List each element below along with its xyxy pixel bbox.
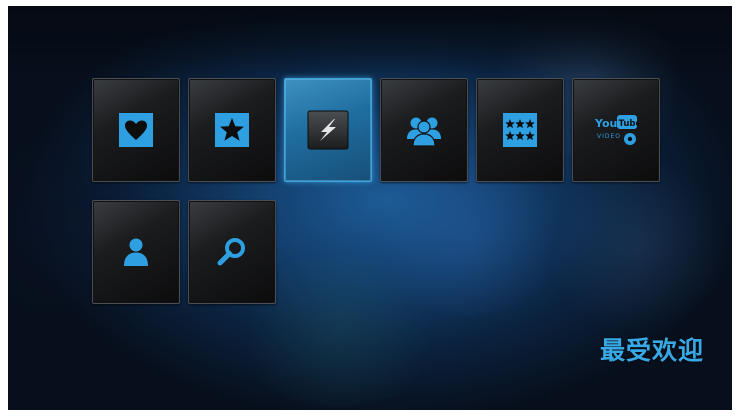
person-icon bbox=[124, 238, 148, 266]
star-icon bbox=[215, 113, 249, 147]
menu-tile-favorites[interactable] bbox=[92, 78, 180, 182]
section-title: 最受欢迎 bbox=[599, 336, 704, 365]
search-icon bbox=[217, 238, 245, 266]
menu-tile-social[interactable] bbox=[380, 78, 468, 182]
youtube-you-text: You bbox=[594, 117, 617, 130]
youtube-icon: You Tube VIDEO bbox=[594, 115, 640, 145]
menu-tile-search[interactable] bbox=[188, 200, 276, 304]
menu-tile-starred[interactable] bbox=[188, 78, 276, 182]
flash-icon bbox=[307, 110, 349, 150]
top-shade bbox=[8, 6, 732, 76]
menu-tile-user[interactable] bbox=[92, 200, 180, 304]
menu-tile-youtube[interactable]: You Tube VIDEO bbox=[572, 78, 660, 182]
background-bokeh bbox=[548, 156, 728, 336]
heart-icon bbox=[119, 113, 153, 147]
rating-stars-icon bbox=[503, 113, 537, 147]
tv-menu-screen: You Tube VIDEO 最受欢迎 bbox=[8, 6, 732, 410]
group-icon bbox=[407, 117, 441, 147]
youtube-tube-text: Tube bbox=[619, 119, 640, 129]
menu-tile-rated[interactable] bbox=[476, 78, 564, 182]
menu-tile-flash[interactable] bbox=[284, 78, 372, 182]
youtube-video-text: VIDEO bbox=[597, 133, 621, 140]
